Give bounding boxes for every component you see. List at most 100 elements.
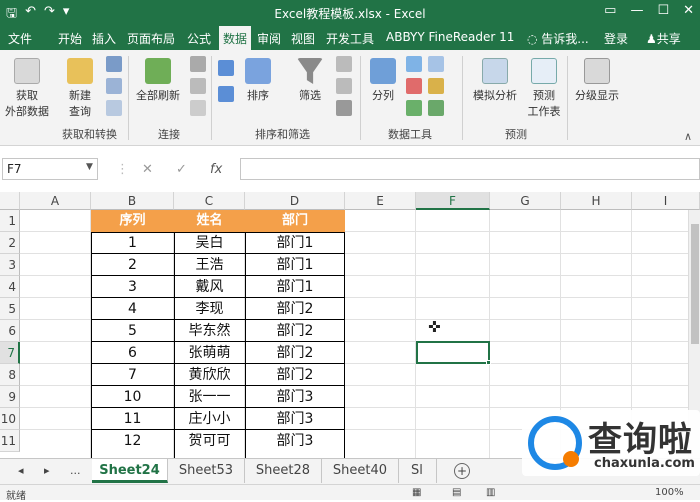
scroll-sheets-left-icon[interactable]: ◂ xyxy=(18,464,24,477)
table-cell[interactable]: 戴风 xyxy=(174,276,245,298)
sort-ascending-icon[interactable] xyxy=(218,60,234,76)
row-header[interactable]: 5 xyxy=(0,298,20,320)
name-box-dropdown-icon[interactable]: ▼ xyxy=(86,162,93,172)
enter-icon[interactable]: ✓ xyxy=(176,162,187,177)
table-cell[interactable]: 部门1 xyxy=(245,232,345,254)
row-header[interactable]: 10 xyxy=(0,408,20,430)
name-box[interactable]: F7 xyxy=(2,158,98,180)
sort-descending-icon[interactable] xyxy=(218,86,234,102)
table-header-cell[interactable]: 部门 xyxy=(245,210,345,232)
column-header-d[interactable]: D xyxy=(245,192,345,210)
table-cell[interactable]: 3 xyxy=(91,276,174,298)
tab-developer[interactable]: 开发工具 xyxy=(326,30,374,47)
row-header[interactable]: 6 xyxy=(0,320,20,342)
refresh-all-button[interactable]: 全部刷新 xyxy=(132,58,184,103)
table-cell[interactable]: 王浩 xyxy=(174,254,245,276)
forecast-sheet-button[interactable]: 预测 工作表 xyxy=(526,58,562,119)
table-cell[interactable]: 黄欣欣 xyxy=(174,364,245,386)
table-header-cell[interactable]: 序列 xyxy=(91,210,174,232)
get-external-data-button[interactable]: 获取 外部数据 xyxy=(2,58,52,119)
recent-sources-icon[interactable] xyxy=(106,100,122,116)
table-cell[interactable]: 吴白 xyxy=(174,232,245,254)
column-header-b[interactable]: B xyxy=(91,192,174,210)
table-cell[interactable]: 部门2 xyxy=(245,320,345,342)
flash-fill-icon[interactable] xyxy=(406,56,422,72)
zoom-level[interactable]: 100% xyxy=(655,487,684,498)
sort-button[interactable]: 排序 xyxy=(240,58,276,103)
formula-input[interactable] xyxy=(240,158,700,180)
table-cell[interactable]: 7 xyxy=(91,364,174,386)
table-cell[interactable]: 毕东然 xyxy=(174,320,245,342)
remove-duplicates-icon[interactable] xyxy=(406,78,422,94)
tell-me-search[interactable]: ◌ 告诉我... xyxy=(527,30,589,47)
outline-button[interactable]: 分级显示 xyxy=(570,58,624,103)
column-header-c[interactable]: C xyxy=(174,192,245,210)
sheet-tab-sheet28[interactable]: Sheet28 xyxy=(245,459,322,483)
new-sheet-button[interactable]: + xyxy=(454,463,470,479)
column-header-e[interactable]: E xyxy=(345,192,416,210)
login-link[interactable]: 登录 xyxy=(604,30,628,47)
reapply-icon[interactable] xyxy=(336,78,352,94)
filter-button[interactable]: 筛选 xyxy=(290,58,330,103)
column-header-f[interactable]: F xyxy=(416,192,490,210)
table-cell[interactable]: 12 xyxy=(91,430,174,452)
fill-handle[interactable] xyxy=(486,360,491,365)
insert-function-icon[interactable]: fx xyxy=(210,162,222,177)
relationships-icon[interactable] xyxy=(428,78,444,94)
advanced-filter-icon[interactable] xyxy=(336,100,352,116)
tab-formulas[interactable]: 公式 xyxy=(187,30,211,47)
table-cell[interactable]: 贺可可 xyxy=(174,430,245,452)
page-layout-view-icon[interactable]: ▤ xyxy=(452,487,461,498)
table-cell[interactable]: 部门1 xyxy=(245,254,345,276)
new-query-button[interactable]: 新建 查询 xyxy=(60,58,100,119)
minimize-button[interactable]: — xyxy=(630,3,643,18)
table-header-cell[interactable]: 姓名 xyxy=(174,210,245,232)
tab-page-layout[interactable]: 页面布局 xyxy=(127,30,175,47)
show-queries-icon[interactable] xyxy=(106,56,122,72)
properties-icon[interactable] xyxy=(190,78,206,94)
select-all-corner[interactable] xyxy=(0,192,20,210)
scroll-sheets-right-icon[interactable]: ▸ xyxy=(44,464,50,477)
table-cell[interactable]: 庄小小 xyxy=(174,408,245,430)
table-cell[interactable]: 部门1 xyxy=(245,276,345,298)
sheet-tab-sheet53[interactable]: Sheet53 xyxy=(168,459,245,483)
column-header-h[interactable]: H xyxy=(561,192,632,210)
table-cell[interactable]: 4 xyxy=(91,298,174,320)
table-cell[interactable]: 李现 xyxy=(174,298,245,320)
table-cell[interactable]: 部门2 xyxy=(245,342,345,364)
connections-icon[interactable] xyxy=(190,56,206,72)
clear-filter-icon[interactable] xyxy=(336,56,352,72)
maximize-button[interactable]: ☐ xyxy=(657,3,669,18)
column-header-i[interactable]: I xyxy=(632,192,700,210)
manage-data-model-icon[interactable] xyxy=(428,100,444,116)
tab-insert[interactable]: 插入 xyxy=(92,30,116,47)
column-header-a[interactable]: A xyxy=(20,192,91,210)
tab-home[interactable]: 开始 xyxy=(58,30,82,47)
table-cell[interactable]: 2 xyxy=(91,254,174,276)
page-break-view-icon[interactable]: ▥ xyxy=(486,487,495,498)
row-header[interactable]: 3 xyxy=(0,254,20,276)
edit-links-icon[interactable] xyxy=(190,100,206,116)
tab-view[interactable]: 视图 xyxy=(291,30,315,47)
table-cell[interactable]: 1 xyxy=(91,232,174,254)
data-validation-icon[interactable] xyxy=(406,100,422,116)
table-cell[interactable]: 10 xyxy=(91,386,174,408)
tab-review[interactable]: 审阅 xyxy=(257,30,281,47)
row-header-selected[interactable]: 7 xyxy=(0,342,20,364)
row-header[interactable]: 1 xyxy=(0,210,20,232)
table-cell[interactable]: 11 xyxy=(91,408,174,430)
table-cell[interactable]: 张萌萌 xyxy=(174,342,245,364)
more-sheets-icon[interactable]: ... xyxy=(70,464,81,477)
tab-abbyy[interactable]: ABBYY FineReader 11 xyxy=(386,30,514,44)
tab-data[interactable]: 数据 xyxy=(219,26,251,50)
table-cell[interactable]: 部门3 xyxy=(245,386,345,408)
active-cell-f7[interactable] xyxy=(416,341,490,364)
collapse-ribbon-icon[interactable]: ∧ xyxy=(684,130,692,143)
table-cell[interactable]: 5 xyxy=(91,320,174,342)
tab-file[interactable]: 文件 xyxy=(8,30,32,47)
what-if-analysis-button[interactable]: 模拟分析 xyxy=(468,58,522,103)
sheet-tab-sheet24[interactable]: Sheet24 xyxy=(92,459,168,483)
row-header[interactable]: 9 xyxy=(0,386,20,408)
table-cell[interactable]: 6 xyxy=(91,342,174,364)
from-table-icon[interactable] xyxy=(106,78,122,94)
